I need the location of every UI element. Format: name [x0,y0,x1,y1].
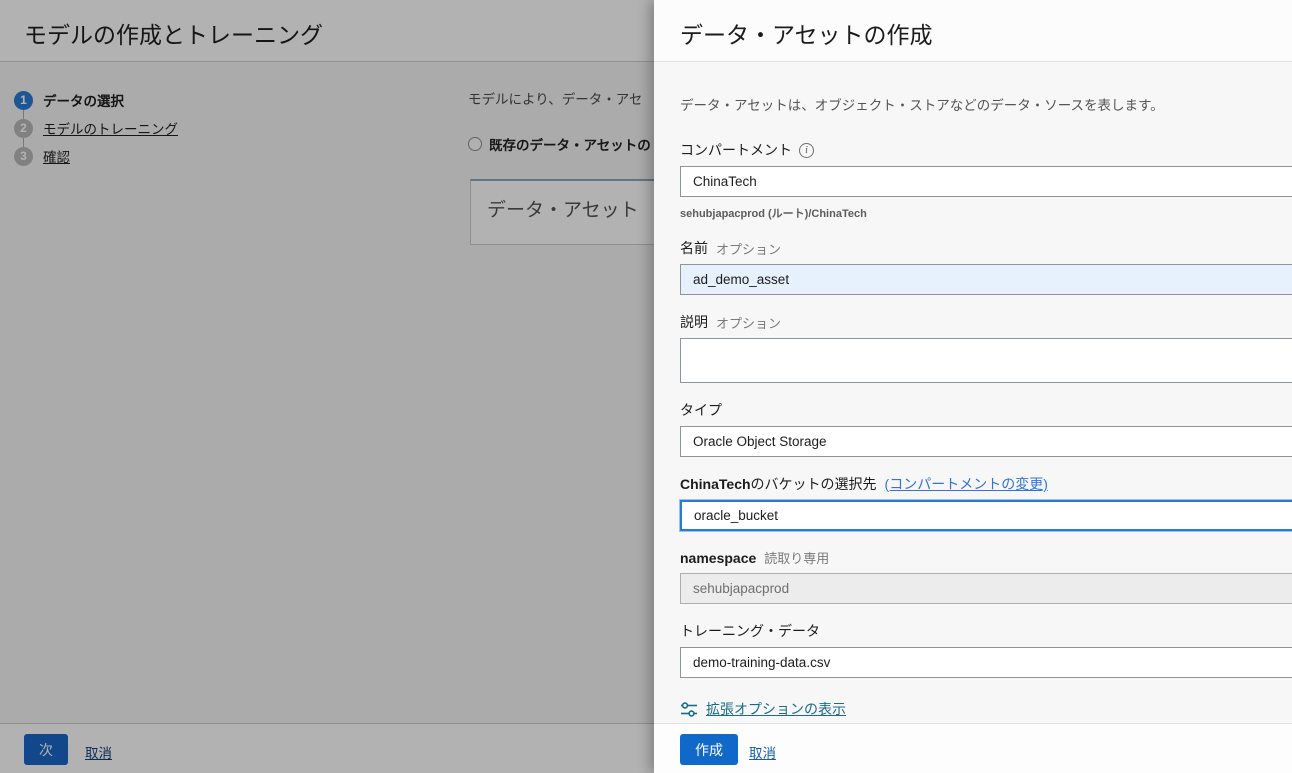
compartment-select[interactable] [680,166,1292,197]
bucket-label: のバケットの選択先 [751,474,877,494]
show-advanced-options-link[interactable]: 拡張オプションの表示 [706,699,846,719]
compartment-label: コンパートメント [680,140,792,160]
training-data-label-row: トレーニング・データ [680,621,1292,641]
panel-header: データ・アセットの作成 [654,0,1292,62]
description-field-group: 説明 オプション [680,312,1292,383]
panel-title: データ・アセットの作成 [680,16,933,50]
compartment-field-group: コンパートメント i sehubjapacprod (ルート)/ChinaTec… [680,140,1292,221]
modal-dim-overlay [0,0,654,773]
namespace-input [680,573,1292,604]
info-icon[interactable]: i [799,143,814,158]
bucket-label-row: ChinaTech のバケットの選択先 (コンパートメントの変更) [680,474,1292,494]
bucket-select[interactable] [680,500,1292,531]
name-optional-suffix: オプション [716,239,781,258]
namespace-label: namespace [680,550,756,566]
create-data-asset-panel: データ・アセットの作成 データ・アセットは、オブジェクト・ストアなどのデータ・ソ… [654,0,1292,773]
namespace-label-row: namespace 読取り専用 [680,548,1292,567]
description-label: 説明 [680,312,708,332]
namespace-field-group: namespace 読取り専用 [680,548,1292,604]
create-button[interactable]: 作成 [680,734,738,765]
panel-description: データ・アセットは、オブジェクト・ストアなどのデータ・ソースを表します。 [680,94,1292,114]
type-field-group: タイプ [680,400,1292,457]
panel-footer: 作成 取消 [654,723,1292,773]
compartment-path-helper: sehubjapacprod (ルート)/ChinaTech [680,205,1292,221]
change-compartment-link[interactable]: (コンパートメントの変更) [885,474,1048,494]
training-data-field-group: トレーニング・データ [680,621,1292,678]
description-textarea[interactable] [680,338,1292,383]
training-data-select[interactable] [680,647,1292,678]
name-label-row: 名前 オプション [680,238,1292,258]
bucket-field-group: ChinaTech のバケットの選択先 (コンパートメントの変更) [680,474,1292,531]
type-label: タイプ [680,400,722,420]
sliders-icon [680,701,697,718]
name-input[interactable] [680,264,1292,295]
name-field-group: 名前 オプション [680,238,1292,295]
advanced-options-row: 拡張オプションの表示 [680,699,1292,719]
compartment-label-row: コンパートメント i [680,140,1292,160]
type-label-row: タイプ [680,400,1292,420]
screen: モデルの作成とトレーニング 1 データの選択 2 モデルのトレーニング 3 確認… [0,0,1292,773]
panel-body: データ・アセットは、オブジェクト・ストアなどのデータ・ソースを表します。 コンパ… [654,62,1292,723]
panel-cancel-link[interactable]: 取消 [749,742,776,762]
bucket-compartment-name: ChinaTech [680,476,751,492]
training-data-label: トレーニング・データ [680,621,820,641]
type-select[interactable] [680,426,1292,457]
description-label-row: 説明 オプション [680,312,1292,332]
name-label: 名前 [680,238,708,258]
description-optional-suffix: オプション [716,313,781,332]
namespace-readonly-suffix: 読取り専用 [764,548,829,567]
